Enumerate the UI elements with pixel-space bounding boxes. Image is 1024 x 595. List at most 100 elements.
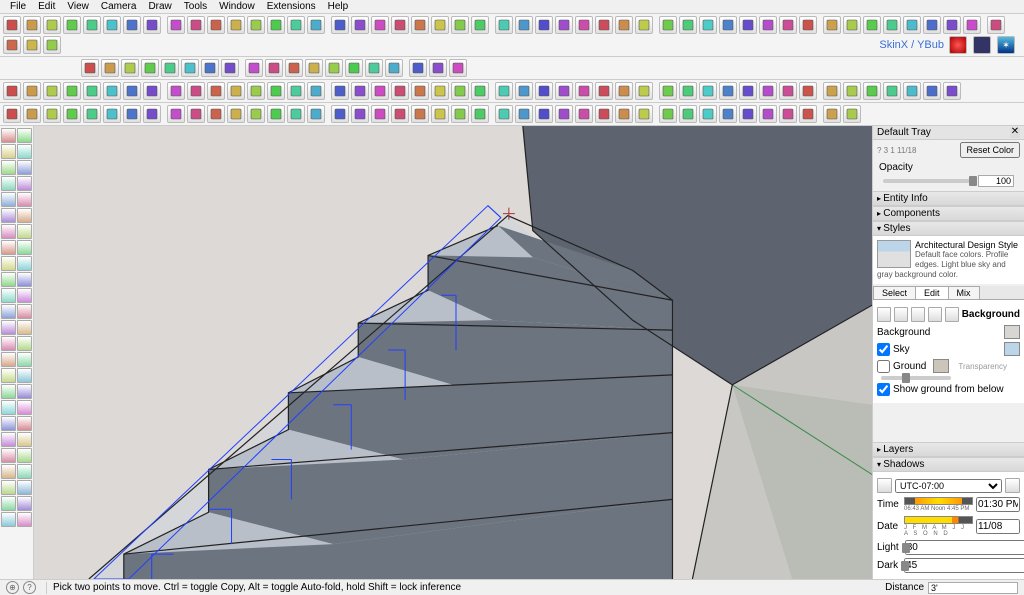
tab-mix[interactable]: Mix [948,286,980,299]
shadow-details-icon[interactable] [1005,478,1020,493]
toolbar-button[interactable] [719,105,737,123]
toolbar-button[interactable] [371,82,389,100]
toolbar-button[interactable] [659,82,677,100]
credits-icon[interactable]: ? [23,581,36,594]
tool-button[interactable] [1,480,16,495]
geolocation-icon[interactable]: ⊕ [6,581,19,594]
toolbar-button[interactable] [963,16,981,34]
toolbar-button[interactable] [371,105,389,123]
toolbar-button[interactable] [307,105,325,123]
toolbar-button[interactable] [799,105,817,123]
tool-button[interactable] [1,304,16,319]
toolbar-button[interactable] [615,105,633,123]
toolbar-button[interactable] [799,82,817,100]
menu-edit[interactable]: Edit [32,1,61,12]
menu-view[interactable]: View [61,1,95,12]
toolbar-button[interactable] [247,16,265,34]
toolbar-button[interactable] [265,59,283,77]
toolbar-button[interactable] [181,59,199,77]
toolbar-button[interactable] [943,82,961,100]
toolbar-button[interactable] [659,105,677,123]
opacity-slider[interactable] [883,179,976,183]
toolbar-button[interactable] [883,16,901,34]
sky-checkbox[interactable] [877,343,890,356]
toolbar-button[interactable] [43,16,61,34]
toolbar-button[interactable] [843,16,861,34]
tool-button[interactable] [1,416,16,431]
toolbar-button[interactable] [161,59,179,77]
toolbar-button[interactable] [431,105,449,123]
toolbar-button[interactable] [331,105,349,123]
modeling-settings-icon[interactable] [945,307,959,322]
toolbar-button[interactable] [3,36,21,54]
tool-button[interactable] [1,464,16,479]
tab-edit[interactable]: Edit [915,286,949,299]
tool-button[interactable] [17,288,32,303]
stop-icon[interactable] [973,36,991,54]
toolbar-button[interactable] [595,82,613,100]
tool-button[interactable] [1,208,16,223]
toolbar-button[interactable] [167,105,185,123]
style-thumbnail[interactable] [877,240,911,268]
toolbar-button[interactable] [287,105,305,123]
toolbar-button[interactable] [3,105,21,123]
toolbar-button[interactable] [101,59,119,77]
toolbar-button[interactable] [267,16,285,34]
toolbar-button[interactable] [451,82,469,100]
toolbar-button[interactable] [779,105,797,123]
toolbar-button[interactable] [391,82,409,100]
menu-draw[interactable]: Draw [142,1,177,12]
panel-entity-info[interactable]: Entity Info [873,191,1024,206]
toolbar-button[interactable] [371,16,389,34]
tool-button[interactable] [1,192,16,207]
toolbar-button[interactable] [451,105,469,123]
toolbar-button[interactable] [81,59,99,77]
toolbar-button[interactable] [595,105,613,123]
toolbar-button[interactable] [535,82,553,100]
toolbar-button[interactable] [679,105,697,123]
toolbar-button[interactable] [103,82,121,100]
toolbar-button[interactable] [207,105,225,123]
toolbar-button[interactable] [823,16,841,34]
toolbar-button[interactable] [863,16,881,34]
tool-button[interactable] [1,224,16,239]
toolbar-button[interactable] [843,105,861,123]
tool-button[interactable] [17,384,32,399]
toolbar-button[interactable] [23,82,41,100]
toolbar-button[interactable] [287,82,305,100]
toolbar-button[interactable] [739,82,757,100]
tool-button[interactable] [1,144,16,159]
toolbar-button[interactable] [385,59,403,77]
toolbar-button[interactable] [699,105,717,123]
toolbar-button[interactable] [365,59,383,77]
ground-color-swatch[interactable] [933,359,949,373]
tool-button[interactable] [1,352,16,367]
toolbar-button[interactable] [515,105,533,123]
toolbar-button[interactable] [411,82,429,100]
toolbar-button[interactable] [759,16,777,34]
toolbar-button[interactable] [943,16,961,34]
toolbar-button[interactable] [409,59,427,77]
tool-button[interactable] [17,368,32,383]
toolbar-button[interactable] [779,16,797,34]
toolbar-button[interactable] [903,82,921,100]
toolbar-button[interactable] [227,105,245,123]
toolbar-button[interactable] [267,105,285,123]
toolbar-button[interactable] [227,82,245,100]
toolbar-button[interactable] [759,82,777,100]
timezone-select[interactable]: UTC-07:00 [895,479,1002,493]
toolbar-button[interactable] [201,59,219,77]
date-value-input[interactable] [976,519,1020,534]
watermark-settings-icon[interactable] [928,307,942,322]
toolbar-button[interactable] [635,82,653,100]
panel-styles[interactable]: Styles [873,221,1024,236]
toolbar-button[interactable] [103,105,121,123]
toolbar-button[interactable] [987,16,1005,34]
tool-button[interactable] [17,336,32,351]
tool-button[interactable] [17,352,32,367]
toolbar-button[interactable] [207,16,225,34]
toolbar-button[interactable] [535,16,553,34]
tool-button[interactable] [1,448,16,463]
tool-button[interactable] [17,208,32,223]
toolbar-button[interactable] [23,105,41,123]
